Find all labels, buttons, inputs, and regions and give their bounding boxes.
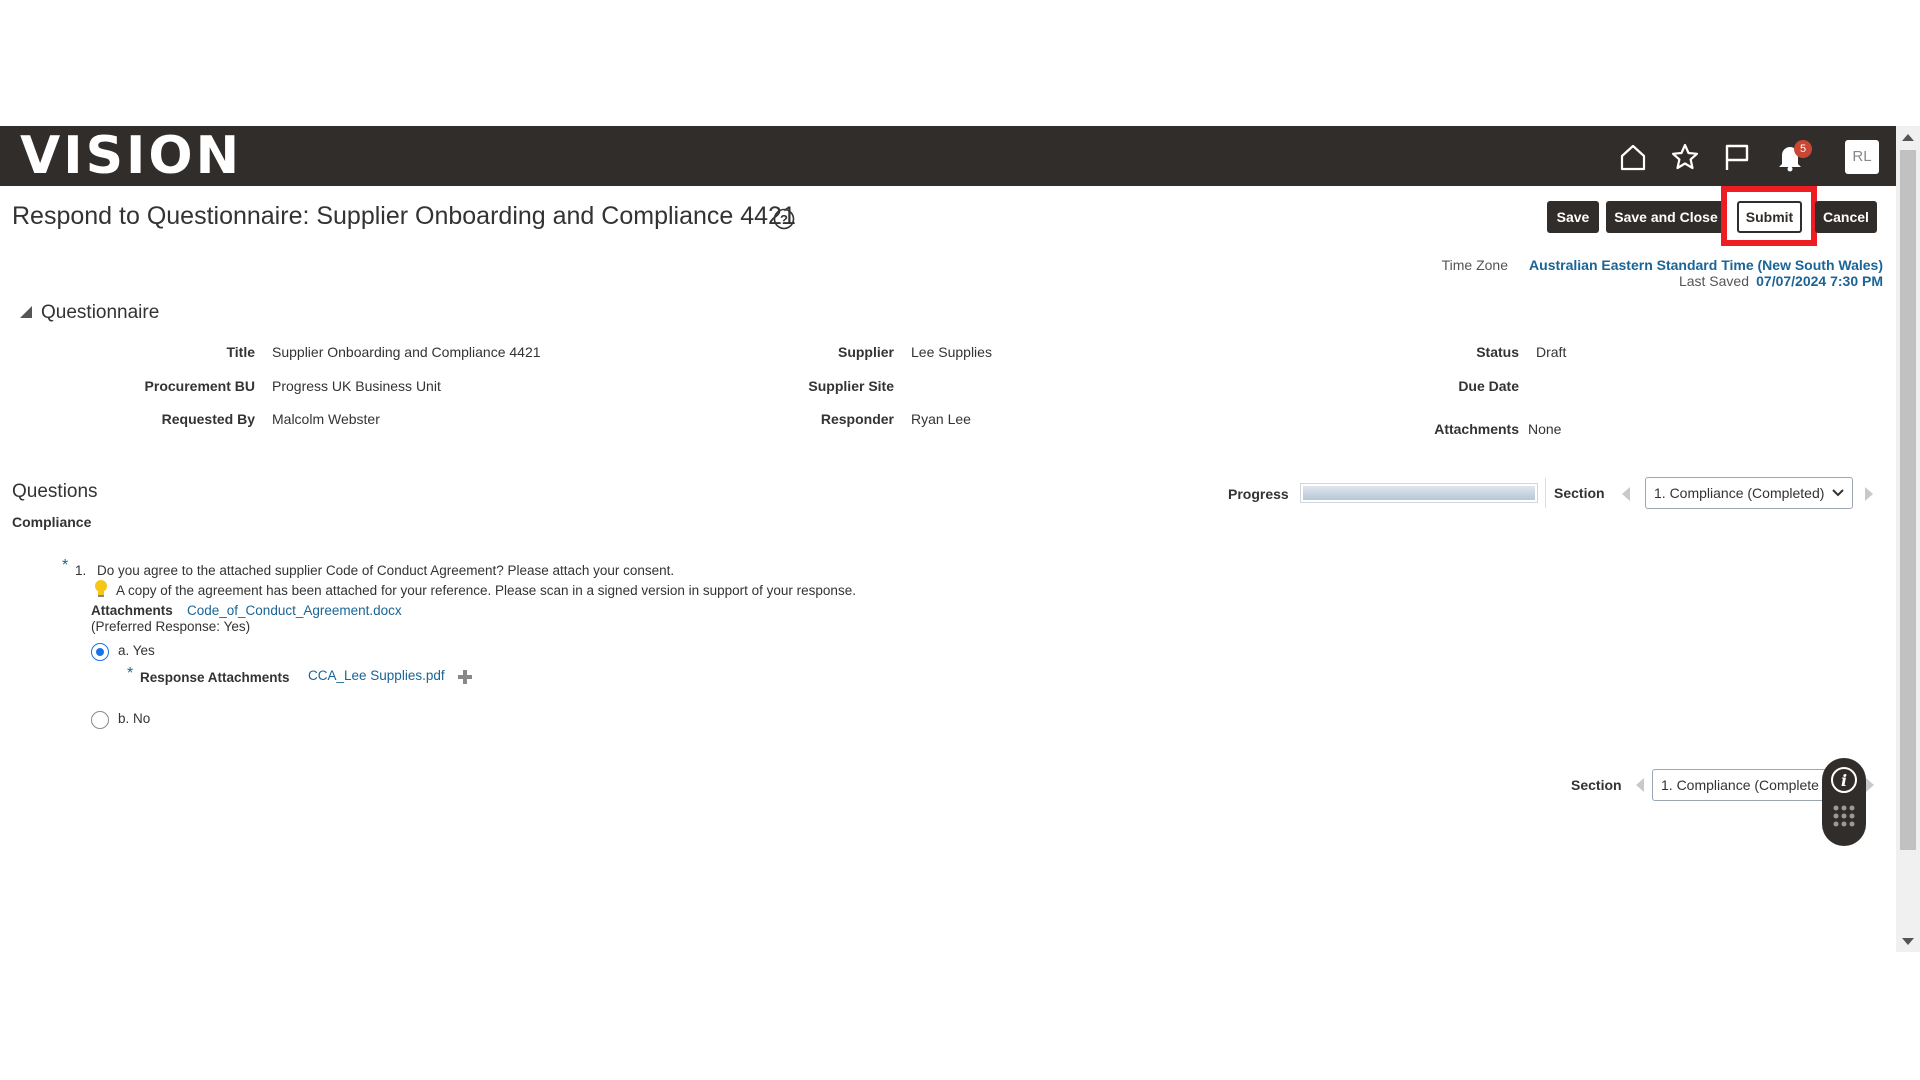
title-label: Title <box>226 344 255 360</box>
question-text: Do you agree to the attached supplier Co… <box>97 563 675 578</box>
responder-label: Responder <box>820 411 894 427</box>
section-label: Section <box>1554 485 1605 501</box>
time-zone-value: Australian Eastern Standard Time (New So… <box>1529 257 1883 273</box>
user-avatar[interactable]: RL <box>1845 140 1879 174</box>
page-title: Respond to Questionnaire: Supplier Onboa… <box>12 202 796 230</box>
scroll-down-arrow-icon[interactable] <box>1902 938 1914 945</box>
questions-heading: Questions <box>12 481 98 502</box>
due-date-label: Due Date <box>1458 378 1519 394</box>
save-and-close-button[interactable]: Save and Close <box>1606 201 1726 233</box>
scroll-up-arrow-icon[interactable] <box>1902 134 1914 141</box>
supplier-value: Lee Supplies <box>911 344 992 360</box>
keypad-grid-icon[interactable] <box>1832 804 1856 834</box>
add-attachment-plus-icon[interactable] <box>456 668 474 686</box>
star-icon[interactable] <box>1670 142 1700 172</box>
progress-bar-fill <box>1303 486 1535 500</box>
attachments-label: Attachments <box>1434 421 1519 437</box>
chevron-down-icon <box>1832 489 1844 497</box>
radio-yes[interactable] <box>91 643 109 661</box>
flag-icon[interactable] <box>1722 142 1752 172</box>
preferred-response: (Preferred Response: Yes) <box>91 619 251 634</box>
attachments-value: None <box>1528 421 1562 437</box>
bottom-section-select[interactable]: 1. Compliance (Complete <box>1652 769 1828 801</box>
procurement-bu-label: Procurement BU <box>144 378 255 394</box>
progress-bar <box>1300 483 1538 503</box>
requested-by-value: Malcolm Webster <box>272 411 380 427</box>
info-icon[interactable]: i <box>1830 766 1858 794</box>
compliance-section-heading: Compliance <box>12 514 92 530</box>
svg-text:i: i <box>1841 771 1847 790</box>
attachment-file-link[interactable]: Code_of_Conduct_Agreement.docx <box>187 603 402 618</box>
last-saved-value: 07/07/2024 7:30 PM <box>1756 273 1883 289</box>
title-value: Supplier Onboarding and Compliance 4421 <box>272 344 541 360</box>
radio-no[interactable] <box>91 711 109 729</box>
response-attachment-link[interactable]: CCA_Lee Supplies.pdf <box>308 668 445 683</box>
collapse-triangle-icon[interactable] <box>20 306 32 318</box>
supplier-site-label: Supplier Site <box>808 378 894 394</box>
next-section-arrow-icon[interactable] <box>1865 487 1873 501</box>
option-yes-label[interactable]: a. Yes <box>118 643 155 658</box>
bottom-section-label: Section <box>1571 777 1622 793</box>
vertical-scrollbar[interactable] <box>1896 126 1920 952</box>
bottom-previous-section-arrow-icon[interactable] <box>1636 778 1644 792</box>
radio-selected-dot <box>96 648 104 656</box>
svg-text:?: ? <box>780 212 788 227</box>
save-button[interactable]: Save <box>1547 201 1599 233</box>
progress-label: Progress <box>1228 486 1289 502</box>
lightbulb-icon <box>95 580 107 597</box>
scrollbar-thumb[interactable] <box>1900 150 1916 850</box>
bottom-next-section-arrow-icon[interactable] <box>1866 778 1874 792</box>
help-icon[interactable]: ? <box>773 208 795 230</box>
questionnaire-heading: Questionnaire <box>41 302 160 323</box>
question-number: 1. <box>75 563 87 578</box>
divider <box>1545 478 1546 508</box>
procurement-bu-value: Progress UK Business Unit <box>272 378 441 394</box>
required-asterisk: * <box>62 557 69 574</box>
previous-section-arrow-icon[interactable] <box>1622 487 1630 501</box>
app-header: VISION 5 RL <box>0 126 1896 186</box>
notification-count-badge: 5 <box>1794 140 1812 158</box>
supplier-label: Supplier <box>837 344 894 360</box>
cancel-button[interactable]: Cancel <box>1815 201 1877 233</box>
section-select-value: 1. Compliance (Completed) <box>1654 485 1825 501</box>
submit-button[interactable]: Submit <box>1737 201 1802 233</box>
home-icon[interactable] <box>1618 142 1648 172</box>
response-attachments-label: Response Attachments <box>140 670 290 685</box>
responder-value: Ryan Lee <box>911 411 971 427</box>
option-no-label[interactable]: b. No <box>118 711 150 726</box>
time-zone-label: Time Zone <box>1441 257 1508 273</box>
question-hint: A copy of the agreement has been attache… <box>116 583 856 598</box>
vision-logo: VISION <box>20 126 243 186</box>
status-value: Draft <box>1536 344 1567 360</box>
question-attachments-label: Attachments <box>91 603 173 618</box>
last-saved-label: Last Saved <box>1678 273 1749 289</box>
bottom-section-select-value: 1. Compliance (Complete <box>1661 777 1819 793</box>
requested-by-label: Requested By <box>161 411 255 427</box>
required-asterisk: * <box>127 665 134 682</box>
floating-help-widget[interactable]: i <box>1822 758 1866 846</box>
section-select[interactable]: 1. Compliance (Completed) <box>1645 477 1853 509</box>
status-label: Status <box>1476 344 1519 360</box>
